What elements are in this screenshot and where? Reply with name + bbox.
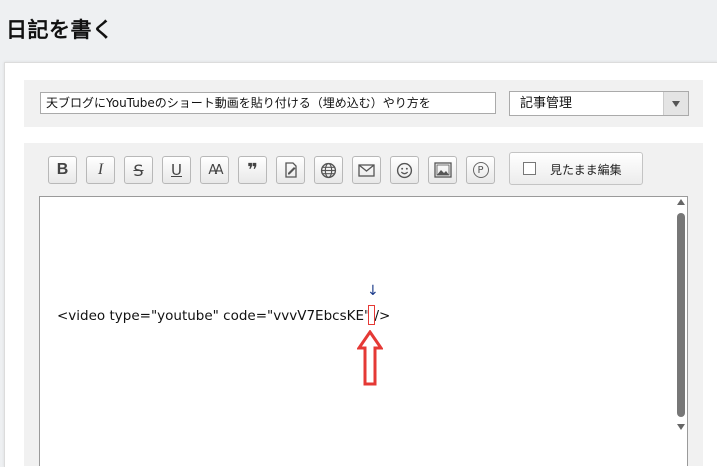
p-circle-icon: P	[472, 162, 489, 178]
highlight-box	[368, 305, 375, 325]
category-selected-value: 記事管理	[520, 96, 573, 111]
scroll-up-icon[interactable]	[677, 199, 685, 205]
font-size-button[interactable]: AA	[200, 156, 229, 184]
bold-icon: B	[56, 161, 69, 178]
entry-title-input[interactable]: 天ブログにYouTubeのショート動画を貼り付ける（埋め込む）やり方を	[40, 92, 496, 114]
bold-button[interactable]: B	[48, 156, 77, 184]
arrow-down-icon: ↓	[367, 283, 379, 299]
p-circle-button[interactable]: P	[466, 156, 495, 184]
underline-button[interactable]: U	[162, 156, 191, 184]
strikethrough-button[interactable]: S	[124, 156, 153, 184]
image-icon	[433, 162, 452, 178]
italic-icon: I	[97, 161, 104, 178]
category-select[interactable]: 記事管理	[509, 91, 689, 116]
globe-link-icon	[320, 162, 337, 178]
italic-button[interactable]: I	[86, 156, 115, 184]
strikethrough-icon: S	[133, 160, 144, 180]
emoji-icon	[396, 162, 413, 178]
scroll-down-icon[interactable]	[677, 424, 685, 430]
quote-icon: ❞	[247, 159, 258, 181]
chevron-down-icon[interactable]	[663, 92, 688, 115]
edit-document-icon	[284, 162, 297, 178]
wysiwyg-toggle-button[interactable]: 見たまま編集	[509, 152, 643, 185]
wysiwyg-label: 見たまま編集	[550, 163, 622, 177]
embed-code-text: <video type="youtube" code="vvvV7EbcsKE"…	[57, 308, 391, 324]
scrollbar-thumb[interactable]	[677, 213, 685, 417]
edit-document-button[interactable]	[276, 156, 305, 184]
quote-button[interactable]: ❞	[238, 156, 267, 184]
page-title: 日記を書く	[6, 18, 114, 42]
underline-icon: U	[171, 161, 182, 179]
wysiwyg-checkbox[interactable]	[523, 162, 536, 175]
mail-icon	[358, 163, 375, 177]
mail-button[interactable]	[352, 156, 381, 184]
emoji-button[interactable]	[390, 156, 419, 184]
font-size-icon: AA	[208, 162, 223, 178]
link-button[interactable]	[314, 156, 343, 184]
image-button[interactable]	[428, 156, 457, 184]
arrow-up-icon	[357, 330, 383, 386]
